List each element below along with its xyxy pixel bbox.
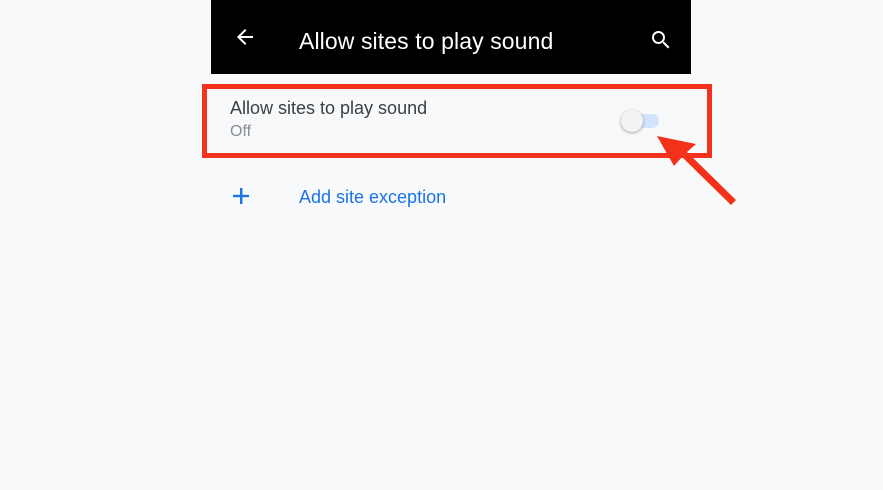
allow-sound-toggle[interactable] [621,110,659,132]
add-site-exception-label: Add site exception [299,187,447,207]
setting-status: Off [230,123,252,140]
plus-icon [231,186,251,206]
setting-title: Allow sites to play sound [230,98,428,118]
toggle-thumb [621,110,643,132]
search-icon[interactable] [649,28,673,52]
settings-page: Allow sites to play sound Allow sites to… [0,0,883,490]
add-site-exception-button[interactable]: Add site exception [211,174,691,220]
allow-sound-setting-row[interactable]: Allow sites to play sound Off [211,84,691,154]
page-title: Allow sites to play sound [299,28,554,54]
app-bar: Allow sites to play sound [211,0,691,74]
back-arrow-icon[interactable] [233,25,257,49]
